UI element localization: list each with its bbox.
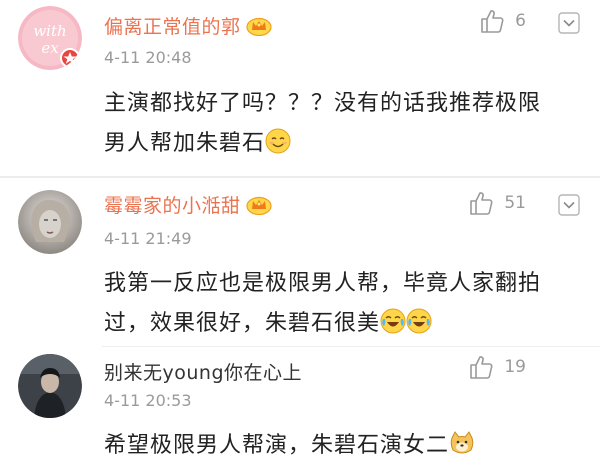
laugh-cry-emoji-icon — [406, 308, 432, 348]
thumbs-up-icon — [470, 192, 493, 215]
thumbs-up-icon — [481, 10, 504, 33]
like-button[interactable]: 51 — [468, 190, 526, 216]
like-button[interactable]: 19 — [468, 354, 526, 380]
laugh-cry-emoji-icon — [380, 308, 406, 348]
username[interactable]: 别来无young你在心上 — [104, 358, 302, 385]
doge-emoji-icon — [449, 430, 475, 470]
thumbs-up-icon — [470, 356, 493, 379]
chevron-down-icon[interactable] — [558, 194, 580, 216]
smile-emoji-icon — [265, 128, 291, 168]
username[interactable]: 偏离正常值的郭 — [104, 12, 272, 41]
avatar[interactable]: with ex — [18, 6, 82, 70]
timestamp: 4-11 21:49 — [104, 229, 192, 248]
like-count: 51 — [504, 193, 526, 213]
comment-text: 主演都找好了吗？？？没有的话我推荐极限 男人帮加朱碧石 — [104, 84, 584, 168]
like-count: 19 — [504, 357, 526, 377]
comment-text: 希望极限男人帮演，朱碧石演女二 — [104, 426, 584, 470]
vip-crown-icon — [245, 195, 272, 220]
like-count: 6 — [515, 11, 526, 31]
chevron-down-icon[interactable] — [558, 12, 580, 34]
vip-crown-icon — [245, 16, 272, 41]
avatar[interactable] — [18, 354, 82, 418]
comment-text: 我第一反应也是极限男人帮，毕竟人家翻拍 过，效果很好，朱碧石很美 — [104, 264, 584, 348]
comment-item: with ex 偏离正常值的郭 4-11 20:48 6 主演都找好了吗？？？没… — [0, 0, 600, 176]
timestamp: 4-11 20:48 — [104, 48, 192, 67]
avatar[interactable] — [18, 190, 82, 254]
comment-item: 别来无young你在心上 4-11 20:53 19 希望极限男人帮演，朱碧石演… — [0, 346, 600, 458]
avatar-logo-text: with — [33, 22, 66, 40]
username[interactable]: 霉霉家的小湉甜 — [104, 191, 272, 220]
svg-text:ex: ex — [41, 39, 59, 57]
like-button[interactable]: 6 — [479, 8, 526, 34]
comment-item: 霉霉家的小湉甜 4-11 21:49 51 我第一反应也是极限男人帮，毕竟人家翻… — [0, 178, 600, 346]
timestamp: 4-11 20:53 — [104, 391, 192, 410]
